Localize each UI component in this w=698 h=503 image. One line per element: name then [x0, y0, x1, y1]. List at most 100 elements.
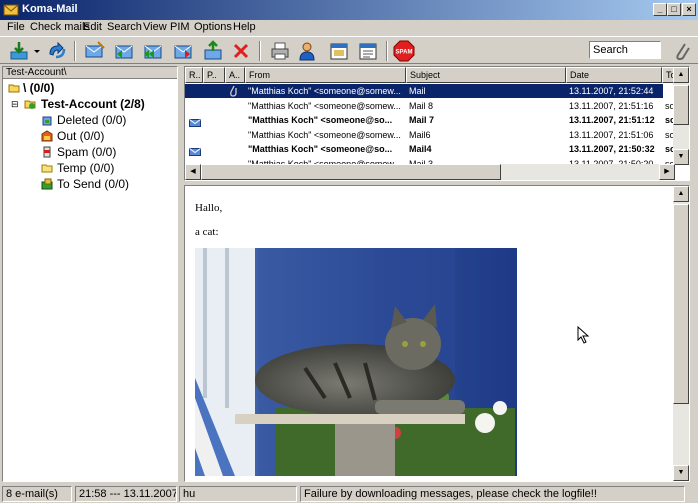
forward-icon[interactable] — [172, 40, 194, 62]
outbox-icon — [41, 130, 53, 142]
folder-deleted[interactable]: Deleted (0/0) — [57, 112, 126, 128]
list-horizontal-scrollbar[interactable]: ◀ ▶ — [185, 164, 675, 180]
folder-panel: Test-Account\ \ (0/0) ⊟ Test-Account (2/… — [2, 66, 178, 482]
cat-photo — [195, 248, 517, 476]
spam-label: SPAM — [396, 50, 413, 56]
column-date[interactable]: Date — [566, 67, 662, 83]
list-vertical-scrollbar[interactable]: ▲ ▼ — [673, 67, 689, 165]
menu-bar: File Check mails Edit Search View PIM Op… — [0, 20, 698, 35]
delete-icon[interactable] — [230, 40, 252, 62]
maximize-button[interactable]: □ — [667, 3, 681, 16]
attachment-icon[interactable] — [671, 40, 693, 62]
menu-search[interactable]: Search — [107, 21, 142, 33]
menu-edit[interactable]: Edit — [83, 21, 102, 33]
row-from: "Matthias Koch" <someone@somew... — [248, 100, 401, 111]
preview-vertical-scrollbar[interactable]: ▲ ▼ — [673, 186, 689, 481]
row-date: 13.11.2007, 21:51:12 — [569, 115, 655, 125]
scroll-left-button[interactable]: ◀ — [185, 164, 201, 180]
column-from[interactable]: From — [245, 67, 406, 83]
contacts-icon[interactable] — [296, 40, 318, 62]
folder-icon — [41, 164, 53, 173]
table-row[interactable]: "Matthias Koch" <someone@somew... Mail6 13… — [185, 128, 675, 142]
menu-pim[interactable]: PIM — [170, 21, 190, 33]
app-icon — [3, 4, 19, 16]
reply-icon[interactable] — [113, 40, 135, 62]
scroll-up-button[interactable]: ▲ — [673, 67, 689, 83]
preview-greeting: Hallo, — [195, 202, 223, 214]
preview-scroll-up-button[interactable]: ▲ — [673, 186, 689, 202]
export-icon[interactable] — [202, 40, 224, 62]
print-icon[interactable] — [269, 40, 291, 62]
scroll-right-button[interactable]: ▶ — [659, 164, 675, 180]
spam-icon[interactable]: SPAM — [393, 40, 415, 62]
preview-scroll-down-button[interactable]: ▼ — [673, 465, 689, 481]
menu-view[interactable]: View — [143, 21, 167, 33]
row-subject: Mail 8 — [409, 100, 434, 111]
mouse-cursor-icon — [577, 326, 590, 344]
status-datetime: 21:58 --- 13.11.2007 — [75, 486, 177, 502]
status-message: Failure by downloading messages, please … — [300, 486, 685, 502]
folder-spam[interactable]: Spam (0/0) — [57, 144, 116, 160]
row-subject: Mail — [409, 86, 426, 96]
recycle-icon — [42, 116, 52, 126]
send-receive-icon[interactable] — [46, 40, 68, 62]
search-input[interactable] — [589, 41, 661, 59]
row-subject: Mail4 — [409, 144, 432, 154]
table-row[interactable]: "Matthias Koch" <someone@somew... Mail 13.… — [185, 84, 675, 98]
scroll-thumb[interactable] — [673, 85, 689, 125]
compose-icon[interactable] — [84, 40, 106, 62]
message-list-header: R.. P.. A.. From Subject Date To — [185, 67, 682, 83]
column-read[interactable]: R.. — [185, 67, 203, 83]
folder-to-send[interactable]: To Send (0/0) — [57, 176, 129, 192]
window-title: Koma-Mail — [22, 3, 78, 15]
row-date: 13.11.2007, 21:50:32 — [569, 144, 655, 154]
reply-all-icon[interactable] — [142, 40, 164, 62]
row-from: "Matthias Koch" <someone@so... — [248, 144, 393, 154]
calendar-icon[interactable] — [328, 40, 350, 62]
row-subject: Mail6 — [409, 129, 431, 140]
column-priority[interactable]: P.. — [203, 67, 225, 83]
toolbar: SPAM — [0, 36, 698, 64]
dropdown-icon[interactable] — [33, 40, 41, 62]
status-language: hu — [179, 486, 297, 502]
toolbar-separator — [259, 41, 261, 61]
column-subject[interactable]: Subject — [406, 67, 566, 83]
message-preview: Hallo, a cat: ▲ ▼ — [184, 185, 690, 482]
notes-icon[interactable] — [357, 40, 379, 62]
row-from: "Matthias Koch" <someone@so... — [248, 115, 393, 125]
preview-body: a cat: — [195, 226, 219, 238]
menu-options[interactable]: Options — [194, 21, 232, 33]
table-row[interactable]: "Matthias Koch" <someone@so... Mail4 13.11… — [185, 142, 676, 156]
folder-account[interactable]: Test-Account (2/8) — [41, 96, 145, 112]
table-row[interactable]: "Matthias Koch" <someone@somew... Mail 8 1… — [185, 99, 675, 113]
column-attachment[interactable]: A.. — [225, 67, 245, 83]
folder-temp[interactable]: Temp (0/0) — [57, 160, 114, 176]
folder-open-icon — [8, 84, 20, 93]
menu-file[interactable]: File — [7, 21, 25, 33]
close-button[interactable]: × — [682, 3, 696, 16]
menu-check-mails[interactable]: Check mails — [30, 21, 90, 33]
tosend-icon — [41, 178, 53, 190]
row-date: 13.11.2007, 21:51:16 — [569, 100, 654, 111]
row-date: 13.11.2007, 21:51:06 — [569, 129, 654, 140]
folder-out[interactable]: Out (0/0) — [57, 128, 104, 144]
toolbar-separator — [386, 41, 388, 61]
scroll-thumb-horizontal[interactable] — [201, 164, 501, 180]
account-icon — [24, 100, 36, 109]
collapse-toggle-icon[interactable]: ⊟ — [11, 96, 19, 112]
message-list: R.. P.. A.. From Subject Date To "Matthi… — [184, 66, 690, 181]
scroll-down-button[interactable]: ▼ — [673, 149, 689, 165]
row-date: 13.11.2007, 21:52:44 — [569, 86, 654, 96]
status-bar: 8 e-mail(s) 21:58 --- 13.11.2007 hu Fail… — [0, 485, 698, 503]
toolbar-separator — [74, 41, 76, 61]
row-subject: Mail 7 — [409, 115, 435, 125]
minimize-button[interactable]: _ — [653, 3, 667, 16]
row-from: "Matthias Koch" <someone@somew... — [248, 129, 401, 140]
menu-help[interactable]: Help — [233, 21, 256, 33]
preview-scroll-thumb[interactable] — [673, 204, 689, 404]
table-row[interactable]: "Matthias Koch" <someone@so... Mail 7 13.1… — [185, 113, 676, 127]
folder-panel-header: Test-Account\ — [3, 67, 177, 79]
receive-icon[interactable] — [8, 40, 30, 62]
status-mail-count: 8 e-mail(s) — [2, 486, 72, 502]
folder-root[interactable]: \ (0/0) — [23, 80, 54, 96]
